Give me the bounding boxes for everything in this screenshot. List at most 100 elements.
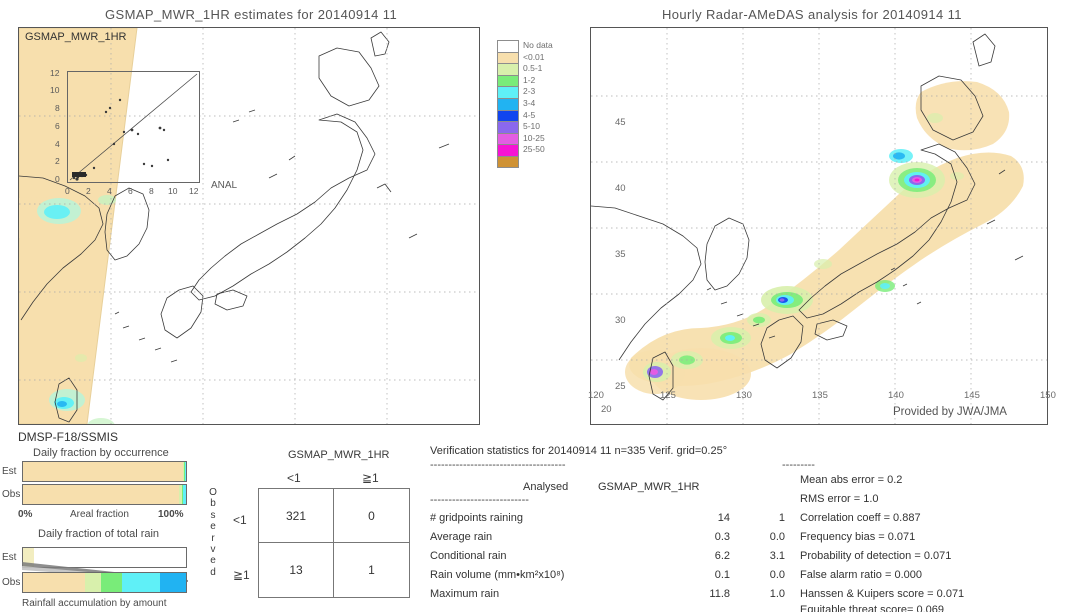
right-map-lon-120: 120 bbox=[588, 390, 604, 401]
left-panel-title: GSMAP_MWR_1HR estimates for 20140914 11 bbox=[105, 7, 398, 22]
chart1-xmax: 100% bbox=[158, 509, 184, 520]
inset-xtick-6: 6 bbox=[128, 186, 133, 196]
legend-row: 10-25 bbox=[497, 132, 575, 145]
scores-divider: --------- bbox=[782, 459, 815, 471]
bar-segment bbox=[23, 485, 180, 504]
score-correlation-coeff: Correlation coeff = 0.887 bbox=[800, 512, 921, 524]
stats-row-model: 1.0 bbox=[769, 588, 785, 600]
bar-segment bbox=[159, 573, 186, 592]
right-map-lon-150: 150 bbox=[1040, 390, 1056, 401]
chart1-xmin: 0% bbox=[18, 509, 33, 520]
stats-row-analysed: 0.3 bbox=[714, 531, 730, 543]
right-map-graphics bbox=[591, 28, 1047, 424]
stats-divider: ------------------------------------- bbox=[430, 459, 566, 471]
legend-swatch bbox=[497, 86, 519, 98]
legend-swatch bbox=[497, 63, 519, 75]
right-map-lon-140: 140 bbox=[888, 390, 904, 401]
legend-swatch bbox=[497, 74, 519, 87]
inset-xtick-2: 2 bbox=[86, 186, 91, 196]
table-cell: 1 bbox=[368, 563, 375, 577]
legend-label: 1-2 bbox=[523, 74, 536, 85]
stats-row-name: Conditional rain bbox=[430, 550, 507, 562]
right-map-lon-145: 145 bbox=[964, 390, 980, 401]
legend-swatch bbox=[497, 51, 519, 64]
inset-xtick-12: 12 bbox=[189, 186, 199, 196]
chart1-est-bar bbox=[22, 461, 187, 482]
right-map-lat-20: 20 bbox=[601, 404, 612, 415]
legend-swatch bbox=[497, 97, 519, 110]
stats-subdivider: --------------------------- bbox=[430, 494, 529, 506]
legend-label: 4-5 bbox=[523, 109, 536, 120]
table-cell: 321 bbox=[259, 489, 334, 543]
legend-label: No data bbox=[523, 40, 553, 50]
chart1-obs-bar bbox=[22, 484, 187, 505]
left-map-dataset-label: GSMAP_MWR_1HR bbox=[23, 31, 129, 43]
right-map-lat-30: 30 bbox=[615, 315, 626, 326]
stats-row-analysed: 11.8 bbox=[709, 588, 730, 600]
legend-swatch bbox=[497, 144, 519, 156]
bar-segment bbox=[84, 573, 102, 592]
right-map-lat-45: 45 bbox=[615, 117, 626, 128]
chart2-title: Daily fraction of total rain bbox=[38, 528, 160, 540]
legend-swatch bbox=[497, 109, 519, 122]
map-credit: Provided by JWA/JMA bbox=[893, 406, 1007, 418]
right-map-lon-135: 135 bbox=[812, 390, 828, 401]
table-cell: 13 bbox=[259, 543, 334, 597]
stats-row-analysed: 14 bbox=[717, 512, 730, 524]
score-false-alarm-ratio: False alarm ratio = 0.000 bbox=[800, 569, 922, 581]
stats-heading: Verification statistics for 20140914 11 … bbox=[430, 445, 728, 457]
legend-row: <0.01 bbox=[497, 51, 575, 64]
bar-segment bbox=[183, 485, 186, 504]
legend-row: 0.5-1 bbox=[497, 63, 575, 75]
stats-row-model: 0.0 bbox=[769, 569, 785, 581]
right-map-lat-35: 35 bbox=[615, 249, 626, 260]
legend-row: 25-50 bbox=[497, 144, 575, 156]
legend-label: 0.5-1 bbox=[523, 63, 543, 74]
legend-label: <0.01 bbox=[523, 51, 545, 62]
inset-ytick-8: 8 bbox=[55, 103, 60, 113]
radar-amedas-map[interactable]: 45 40 35 30 25 Provided by JWA/JMA bbox=[590, 27, 1048, 425]
chart2-xlabel: Rainfall accumulation by amount bbox=[22, 598, 167, 609]
chart2-obs-bar bbox=[22, 572, 187, 593]
right-map-lon-125: 125 bbox=[660, 390, 676, 401]
stats-row-name: Rain volume (mm•km²x10⁸) bbox=[430, 569, 565, 581]
legend-row: 4-5 bbox=[497, 109, 575, 122]
bar-segment bbox=[101, 573, 123, 592]
inset-ytick-6: 6 bbox=[55, 121, 60, 131]
right-map-lon-130: 130 bbox=[736, 390, 752, 401]
score-probability-of-detection: Probability of detection = 0.071 bbox=[800, 550, 952, 562]
inset-xtick-8: 8 bbox=[149, 186, 154, 196]
bar-segment bbox=[185, 462, 186, 481]
stats-col-model: GSMAP_MWR_1HR bbox=[598, 481, 700, 493]
stats-col-analysed: Analysed bbox=[523, 481, 569, 493]
legend-swatch bbox=[497, 132, 519, 145]
gsmap-estimate-map[interactable]: GSMAP_MWR_1HR 12 10 8 6 4 2 0 0 2 4 6 8 … bbox=[18, 27, 480, 425]
inset-ytick-2: 2 bbox=[55, 156, 60, 166]
legend-row: No data bbox=[497, 40, 575, 52]
right-map-lat-25: 25 bbox=[615, 381, 626, 392]
stats-row-model: 0.0 bbox=[769, 531, 785, 543]
contingency-header: GSMAP_MWR_1HR bbox=[288, 449, 390, 461]
score-equitable-threat: Equitable threat score= 0.069 bbox=[800, 604, 945, 612]
legend-row bbox=[497, 155, 575, 168]
inset-xtick-10: 10 bbox=[168, 186, 178, 196]
inset-ytick-0: 0 bbox=[55, 174, 60, 184]
inset-xtick-0: 0 bbox=[65, 186, 70, 196]
inset-ytick-4: 4 bbox=[55, 139, 60, 149]
bar-segment bbox=[122, 573, 160, 592]
table-cell: 0 bbox=[334, 489, 409, 543]
inset-ytick-10: 10 bbox=[50, 85, 60, 95]
stats-row-name: # gridpoints raining bbox=[430, 512, 523, 524]
contingency-row-label-ge1: ≧1 bbox=[233, 568, 250, 582]
stats-row-analysed: 6.2 bbox=[714, 550, 730, 562]
right-map-lat-40: 40 bbox=[615, 183, 626, 194]
contingency-observed-axis-label: Observed bbox=[209, 487, 217, 578]
legend-row: 5-10 bbox=[497, 121, 575, 133]
stats-row-model: 1 bbox=[778, 512, 785, 524]
legend-label: 25-50 bbox=[523, 144, 545, 155]
score-hanssen-kuipers: Hanssen & Kuipers score = 0.071 bbox=[800, 588, 965, 600]
chart1-obs-label: Obs bbox=[2, 489, 21, 500]
scatter-inset[interactable] bbox=[67, 71, 200, 183]
legend-label: 10-25 bbox=[523, 132, 545, 143]
score-frequency-bias: Frequency bias = 0.071 bbox=[800, 531, 916, 543]
